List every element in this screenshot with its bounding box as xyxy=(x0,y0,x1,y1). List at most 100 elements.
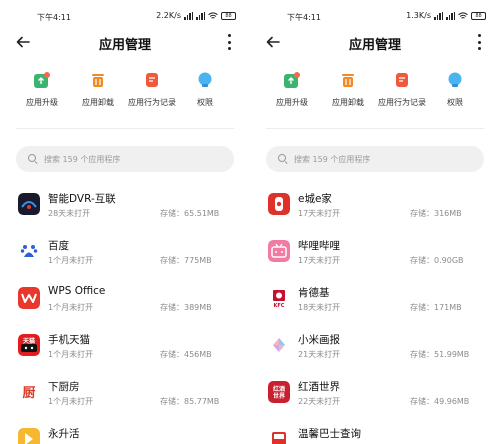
dvr-icon xyxy=(18,193,40,215)
app-name: 下厨房 xyxy=(48,381,80,393)
app-name: 百度 xyxy=(48,240,69,252)
storage-label: 存储： xyxy=(410,256,434,265)
app-name: 温馨巴士查询 xyxy=(298,428,361,440)
search-placeholder: 搜索 159 个应用程序 xyxy=(294,154,371,164)
storage-size: 存储：0.90GB xyxy=(410,255,464,266)
echengejia-icon xyxy=(268,193,290,215)
bilibili-icon xyxy=(268,240,290,262)
app-list-item[interactable]: 小米画报 21天未打开 存储：51.99MB xyxy=(250,324,500,364)
signal-icon xyxy=(184,11,193,20)
quick-action-record[interactable]: 应用行为记录 xyxy=(122,72,182,108)
app-list-item[interactable]: 永升活1个月未打开 xyxy=(0,418,250,444)
last-opened: 21天未打开 xyxy=(298,350,341,359)
status-time: 下午4:11 xyxy=(37,13,71,22)
quick-action-record[interactable]: 应用行为记录 xyxy=(372,72,432,108)
quick-action-upgrade[interactable]: 19 应用升级 xyxy=(12,70,72,108)
record-icon xyxy=(144,72,160,88)
signal-icon xyxy=(434,11,443,20)
page-title: 应用管理 xyxy=(348,38,401,53)
app-name: WPS Office xyxy=(48,285,106,297)
app-list-item[interactable]: 红酒 世界 红酒世界 22天未打开 存储：49.96MB xyxy=(250,371,500,411)
phone-screen-left: 下午4:11 2.2K/s 88 应用管理 19 应用升级 应用卸载 应用行为记录 权限… xyxy=(0,0,250,444)
storage-size: 存储：85.77MB xyxy=(160,396,219,407)
app-list-item[interactable]: 天猫 手机天猫 1个月未打开 存储：456MB xyxy=(0,324,250,364)
search-icon xyxy=(28,154,38,164)
storage-value: 49.96MB xyxy=(434,397,470,406)
app-name: 永升活 xyxy=(48,428,80,440)
tmall-icon: 天猫 xyxy=(18,334,40,356)
last-opened: 28天未打开 xyxy=(48,209,91,218)
wps-icon xyxy=(18,287,40,309)
bus-icon xyxy=(268,428,290,444)
trash-icon xyxy=(90,72,106,88)
divider xyxy=(16,128,234,129)
storage-value: 389MB xyxy=(184,303,212,312)
last-opened: 1个月未打开 xyxy=(48,397,94,406)
signal-2-icon xyxy=(446,11,455,20)
last-opened: 17天未打开 xyxy=(298,209,341,218)
quick-action-permission[interactable]: 权限 xyxy=(425,72,485,108)
yongshenghuo-icon xyxy=(18,428,40,444)
svg-text:世界: 世界 xyxy=(273,392,286,400)
search-icon xyxy=(278,154,288,164)
battery-icon: 88 xyxy=(471,11,486,20)
wifi-icon xyxy=(208,11,218,19)
title-bar: 应用管理 xyxy=(0,28,250,56)
app-list-item[interactable]: KFC 肯德基 18天未打开 存储：171MB xyxy=(250,277,500,317)
storage-label: 存储： xyxy=(410,303,434,312)
last-opened: 1个月未打开 xyxy=(48,303,94,312)
quick-action-trash[interactable]: 应用卸载 xyxy=(68,72,128,108)
app-name: 哔哩哔哩 xyxy=(298,240,340,252)
quick-action-trash[interactable]: 应用卸载 xyxy=(318,72,378,108)
app-list-item[interactable]: e城e家 17天未打开 存储：316MB xyxy=(250,183,500,223)
update-count-badge: 19 xyxy=(48,70,54,75)
quick-action-upgrade[interactable]: 19 应用升级 xyxy=(262,70,322,108)
storage-value: 775MB xyxy=(184,256,212,265)
app-name: 智能DVR-互联 xyxy=(48,193,116,205)
storage-label: 存储： xyxy=(160,256,184,265)
storage-size: 存储：49.96MB xyxy=(410,396,469,407)
storage-value: 65.51MB xyxy=(184,209,220,218)
storage-size: 存储：316MB xyxy=(410,208,462,219)
app-name: 小米画报 xyxy=(298,334,340,346)
search-input[interactable]: 搜索 159 个应用程序 xyxy=(266,146,484,172)
wine-world-icon: 红酒 世界 xyxy=(268,381,290,403)
storage-value: 51.99MB xyxy=(434,350,470,359)
status-time: 下午4:11 xyxy=(287,13,321,22)
search-input[interactable]: 搜索 159 个应用程序 xyxy=(16,146,234,172)
wifi-icon xyxy=(458,11,468,19)
quick-action-label: 权限 xyxy=(197,98,213,107)
permission-icon xyxy=(447,72,463,88)
xiachufang-icon: 厨 xyxy=(18,381,40,403)
network-speed: 2.2K/s xyxy=(156,11,181,20)
storage-value: 0.90GB xyxy=(434,256,464,265)
more-options-icon[interactable] xyxy=(226,34,232,50)
storage-size: 存储：456MB xyxy=(160,349,212,360)
quick-actions: 19 应用升级 应用卸载 应用行为记录 权限 xyxy=(0,70,250,116)
storage-size: 存储：65.51MB xyxy=(160,208,219,219)
last-opened: 17天未打开 xyxy=(298,256,341,265)
divider xyxy=(266,128,484,129)
kfc-icon: KFC xyxy=(268,287,290,309)
svg-text:天猫: 天猫 xyxy=(23,337,35,345)
app-list-item[interactable]: 哔哩哔哩 17天未打开 存储：0.90GB xyxy=(250,230,500,270)
storage-value: 85.77MB xyxy=(184,397,220,406)
status-icons: 2.2K/s 88 xyxy=(156,11,236,20)
storage-size: 存储：775MB xyxy=(160,255,212,266)
storage-size: 存储：171MB xyxy=(410,302,462,313)
quick-action-permission[interactable]: 权限 xyxy=(175,72,235,108)
app-list-item[interactable]: WPS Office 1个月未打开 存储：389MB xyxy=(0,277,250,317)
app-list-item[interactable]: 百度 1个月未打开 存储：775MB xyxy=(0,230,250,270)
app-list-item[interactable]: 智能DVR-互联 28天未打开 存储：65.51MB xyxy=(0,183,250,223)
storage-label: 存储： xyxy=(410,209,434,218)
app-list-item[interactable]: 温馨巴士查询22天未打开存储：15.44MB xyxy=(250,418,500,444)
title-bar: 应用管理 xyxy=(250,28,500,56)
storage-label: 存储： xyxy=(160,303,184,312)
storage-value: 456MB xyxy=(184,350,212,359)
search-placeholder: 搜索 159 个应用程序 xyxy=(44,154,121,164)
app-list-item[interactable]: 厨 下厨房 1个月未打开 存储：85.77MB xyxy=(0,371,250,411)
network-speed: 1.3K/s xyxy=(406,11,431,20)
more-options-icon[interactable] xyxy=(476,34,482,50)
storage-label: 存储： xyxy=(410,350,434,359)
last-opened: 18天未打开 xyxy=(298,303,341,312)
